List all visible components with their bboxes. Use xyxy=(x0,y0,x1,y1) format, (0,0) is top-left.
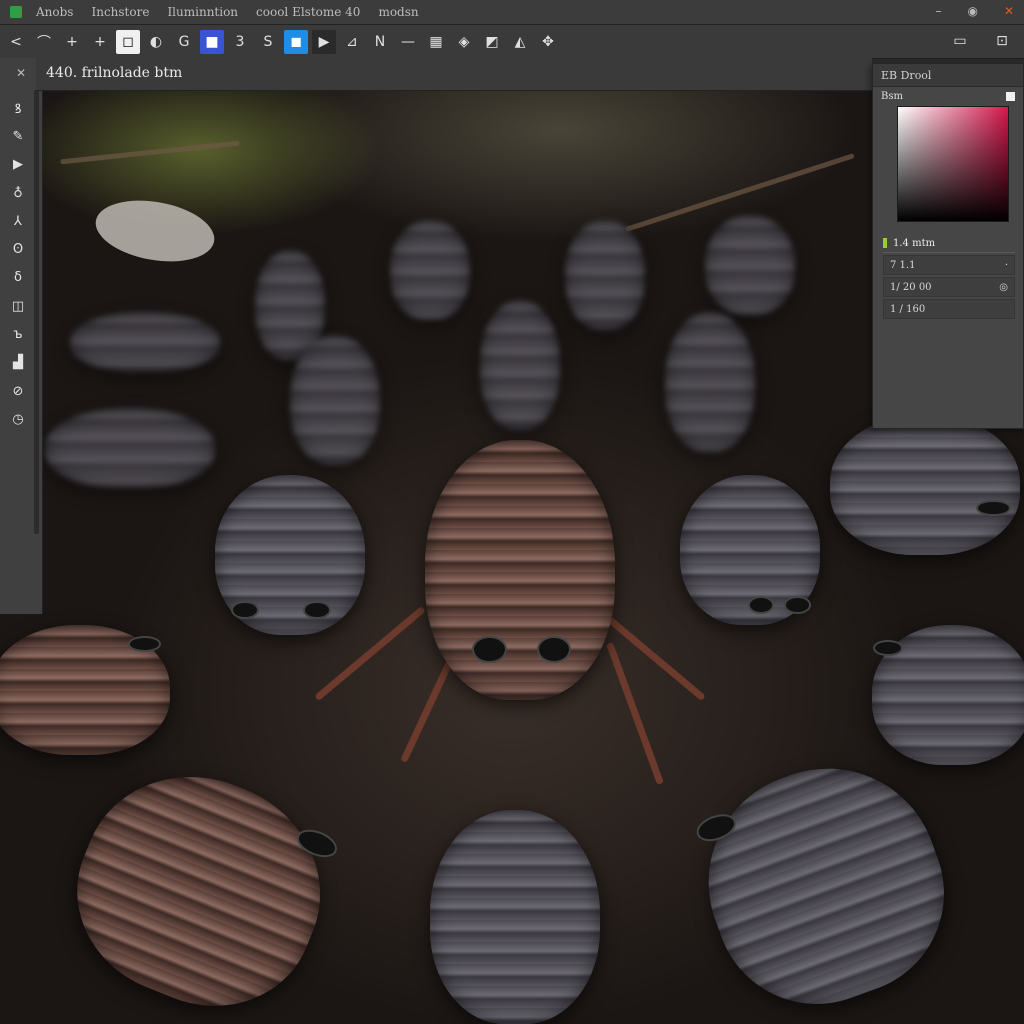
add-layer-icon[interactable]: + xyxy=(88,30,112,54)
shape-tool-icon[interactable]: ▟ xyxy=(4,349,32,377)
visibility-icon[interactable]: ◎ xyxy=(999,282,1008,293)
insect xyxy=(215,475,365,635)
line-icon[interactable]: — xyxy=(396,30,420,54)
sharpen-icon[interactable]: ◭ xyxy=(508,30,532,54)
background-bug xyxy=(70,312,220,372)
type-tool-icon[interactable]: ъ xyxy=(4,320,32,348)
menu-item[interactable]: Inchstore xyxy=(91,5,149,19)
insect xyxy=(677,737,973,1024)
crop-icon[interactable]: ⊿ xyxy=(340,30,364,54)
eraser-tool-icon[interactable]: ⊘ xyxy=(4,377,32,405)
layer-row[interactable]: 1/ 20 00 ◎ xyxy=(883,277,1015,297)
background-bug xyxy=(290,335,380,465)
background-bug xyxy=(390,220,470,320)
settings-button[interactable]: ◉ xyxy=(967,4,977,18)
gradient-icon[interactable]: G xyxy=(172,30,196,54)
central-insect xyxy=(425,440,615,700)
fullscreen-icon[interactable]: ⊡ xyxy=(990,29,1014,53)
insect xyxy=(47,743,353,1024)
mask-icon[interactable]: ◐ xyxy=(144,30,168,54)
insect xyxy=(430,810,600,1024)
eyedropper-tool-icon[interactable]: ⅄ xyxy=(4,207,32,235)
insect xyxy=(0,625,170,755)
frame-icon[interactable]: ◻ xyxy=(116,29,140,54)
background-bug xyxy=(45,408,215,488)
layer-row[interactable]: 7 1.1 · xyxy=(883,255,1015,275)
layer-list: 1.4 mtm 7 1.1 · 1/ 20 00 ◎ 1 / 160 xyxy=(883,234,1015,319)
text-icon[interactable]: N xyxy=(368,30,392,54)
canvas-photo[interactable] xyxy=(0,90,1024,1024)
select-icon[interactable]: S xyxy=(256,30,280,54)
minimize-button[interactable]: – xyxy=(935,4,941,18)
color-panel: EB Drool Bsm 1.4 mtm 7 1.1 · 1/ 20 00 ◎ … xyxy=(872,63,1024,429)
leaf xyxy=(90,192,220,270)
toolbar-right: ▭ ⊡ xyxy=(944,29,1014,53)
menu-item[interactable]: modsn xyxy=(378,5,418,19)
insect-leg xyxy=(606,641,664,786)
toolbar: < ⌒ + + ◻ ◐ G ■ 3 S ◼ ▶ ⊿ N — ▦ ◈ ◩ ◭ ✥ … xyxy=(0,25,1024,59)
insect xyxy=(830,415,1020,555)
smudge-tool-icon[interactable]: δ xyxy=(4,264,32,292)
menu-bar: Anobs Inchstore Iluminntion coool Elstom… xyxy=(36,5,419,19)
back-icon[interactable]: < xyxy=(4,30,28,54)
move-icon[interactable]: ✥ xyxy=(536,30,560,54)
transform-tool-icon[interactable]: ◫ xyxy=(4,292,32,320)
background-bug xyxy=(665,312,755,452)
menu-item[interactable]: Anobs xyxy=(36,5,73,19)
pen-tool-icon[interactable]: ✎ xyxy=(4,122,32,150)
insect xyxy=(680,475,820,625)
app-icon xyxy=(10,6,22,18)
layer-header-label: 1.4 mtm xyxy=(893,237,936,249)
window-controls: – ◉ ✕ xyxy=(935,4,1014,18)
twig xyxy=(60,140,240,165)
play-icon[interactable]: ▶ xyxy=(312,29,336,54)
layer-row-label: 7 1.1 xyxy=(890,259,916,271)
foreground-swatch-icon[interactable] xyxy=(1006,91,1015,101)
undo-icon[interactable]: ⌒ xyxy=(32,30,56,54)
heal-icon[interactable]: ◈ xyxy=(452,30,476,54)
tools-scrollbar[interactable] xyxy=(34,90,39,534)
document-title: 440. frilnolade btm xyxy=(46,65,183,81)
close-button[interactable]: ✕ xyxy=(1004,4,1014,18)
document-tab[interactable]: 440. frilnolade btm xyxy=(36,58,872,91)
menu-item[interactable]: coool Elstome 40 xyxy=(256,5,360,19)
color-picker-square[interactable] xyxy=(897,106,1009,222)
panel-subtitle: Bsm xyxy=(881,90,903,102)
grid-icon[interactable]: ▦ xyxy=(424,30,448,54)
background-bug xyxy=(705,215,795,315)
layers-icon[interactable]: ◩ xyxy=(480,30,504,54)
tools-panel: ✕ ꝸ ✎ ▶ ♁ ⅄ ʘ δ ◫ ъ ▟ ⊘ ◷ xyxy=(0,58,43,614)
brush-tool-icon[interactable]: ꝸ xyxy=(4,94,32,122)
layer-row-mark: · xyxy=(1004,259,1008,271)
layer-indicator-icon xyxy=(883,238,887,248)
title-bar: Anobs Inchstore Iluminntion coool Elstom… xyxy=(0,0,1024,25)
layer-row-label: 1/ 20 00 xyxy=(890,281,932,293)
layer-row[interactable]: 1 / 160 xyxy=(883,299,1015,319)
background-bug xyxy=(480,300,560,430)
layer-row-label: 1 / 160 xyxy=(890,303,926,315)
panel-title[interactable]: EB Drool xyxy=(873,64,1023,87)
add-icon[interactable]: + xyxy=(60,30,84,54)
lasso-tool-icon[interactable]: ʘ xyxy=(4,235,32,263)
background-bug xyxy=(565,220,645,330)
history-tool-icon[interactable]: ◷ xyxy=(4,405,32,433)
select-tool-icon[interactable]: ▶ xyxy=(4,151,32,179)
color-swatch-icon[interactable]: ■ xyxy=(200,29,224,54)
stamp-tool-icon[interactable]: ♁ xyxy=(4,179,32,207)
number-icon[interactable]: 3 xyxy=(228,30,252,54)
fill-icon[interactable]: ◼ xyxy=(284,29,308,54)
panel-toggle-icon[interactable]: ▭ xyxy=(948,29,972,53)
insect xyxy=(872,625,1024,765)
tool-list: ꝸ ✎ ▶ ♁ ⅄ ʘ δ ◫ ъ ▟ ⊘ ◷ xyxy=(4,94,32,434)
menu-item[interactable]: Iluminntion xyxy=(167,5,238,19)
panel-subheader: Bsm xyxy=(873,87,1023,105)
layer-header: 1.4 mtm xyxy=(883,234,1015,253)
